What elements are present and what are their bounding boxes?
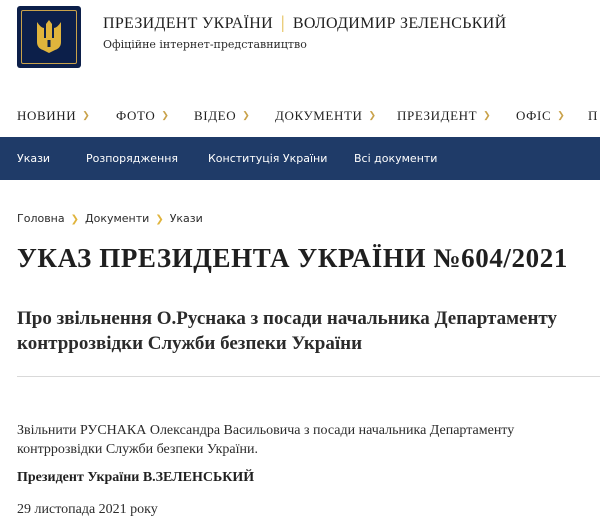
subnav-item-constitution[interactable]: Конституція України — [208, 152, 327, 165]
nav-item-label: П — [588, 108, 598, 123]
main-nav: НОВИНИ ❯ ФОТО ❯ ВІДЕО ❯ ДОКУМЕНТИ ❯ ПРЕЗИДЕН… — [0, 96, 600, 134]
breadcrumb-decrees: Укази — [169, 212, 203, 225]
subnav-item-all-documents[interactable]: Всі документи — [354, 152, 437, 165]
chevron-down-icon: ❯ — [368, 110, 377, 120]
decree-body: Звільнити РУСНАКА Олександра Васильовича… — [17, 423, 515, 457]
decree-date: 29 листопада 2021 року — [17, 502, 158, 517]
page-title: УКАЗ ПРЕЗИДЕНТА УКРАЇНИ №604/2021 — [17, 243, 568, 273]
chevron-down-icon: ❯ — [557, 110, 566, 120]
site-logo[interactable] — [17, 6, 81, 68]
nav-item-news[interactable]: НОВИНИ ❯ — [17, 108, 90, 124]
nav-item-truncated[interactable]: П — [588, 108, 598, 124]
chevron-down-icon: ❯ — [483, 110, 492, 120]
nav-item-video[interactable]: ВІДЕО ❯ — [194, 108, 250, 124]
breadcrumb: Головна ❯ Документи ❯ Укази — [17, 212, 203, 225]
nav-item-label: ПРЕЗИДЕНТ — [397, 108, 478, 123]
breadcrumb-home[interactable]: Головна — [17, 212, 65, 225]
site-header: ПРЕЗИДЕНТ УКРАЇНИ | ВОЛОДИМИР ЗЕЛЕНСЬКИЙ О… — [0, 0, 600, 80]
chevron-down-icon: ❯ — [161, 110, 170, 120]
title-separator: | — [280, 12, 285, 32]
nav-item-label: ДОКУМЕНТИ — [275, 108, 363, 123]
decree-signature: Президент України В.ЗЕЛЕНСЬКИЙ — [17, 470, 255, 485]
chevron-down-icon: ❯ — [82, 110, 91, 120]
nav-item-documents[interactable]: ДОКУМЕНТИ ❯ — [275, 108, 377, 124]
nav-item-office[interactable]: ОФІС ❯ — [516, 108, 565, 124]
chevron-down-icon: ❯ — [242, 110, 251, 120]
chevron-right-icon: ❯ — [155, 214, 164, 225]
nav-item-president[interactable]: ПРЕЗИДЕНТ ❯ — [397, 108, 491, 124]
chevron-right-icon: ❯ — [70, 214, 80, 225]
breadcrumb-documents[interactable]: Документи — [85, 212, 149, 225]
subnav-item-orders[interactable]: Розпорядження — [86, 152, 178, 165]
site-title-name: ВОЛОДИМИР ЗЕЛЕНСЬКИЙ — [292, 15, 507, 32]
trident-coat-of-arms-icon — [37, 20, 61, 53]
site-subtitle: Офіційне інтернет-представництво — [103, 38, 307, 51]
site-title[interactable]: ПРЕЗИДЕНТ УКРАЇНИ | ВОЛОДИМИР ЗЕЛЕНСЬКИЙ — [103, 12, 506, 33]
decree-subtitle: Про звільнення О.Руснака з посади началь… — [17, 308, 557, 354]
nav-item-label: НОВИНИ — [17, 108, 77, 123]
documents-subnav: Укази Розпорядження Конституція України … — [0, 137, 600, 180]
nav-item-label: ВІДЕО — [194, 108, 237, 123]
subnav-item-decrees[interactable]: Укази — [17, 152, 50, 165]
nav-item-label: ФОТО — [116, 108, 156, 123]
nav-item-label: ОФІС — [516, 108, 552, 123]
divider — [17, 376, 600, 377]
nav-item-photo[interactable]: ФОТО ❯ — [116, 108, 170, 124]
site-title-president: ПРЕЗИДЕНТ УКРАЇНИ — [103, 15, 273, 32]
